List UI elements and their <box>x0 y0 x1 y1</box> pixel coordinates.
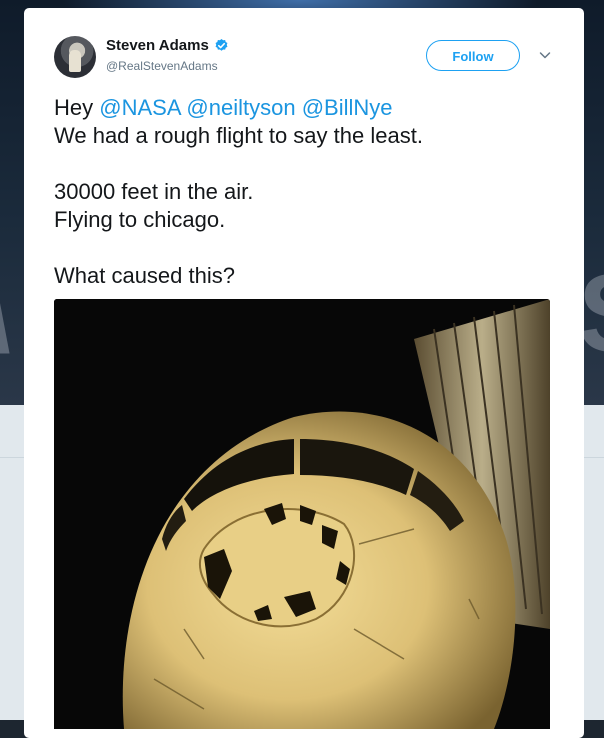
tweet-text: Hey @NASA @neiltyson @BillNye We had a r… <box>54 94 554 290</box>
tweet-photo[interactable] <box>54 299 550 729</box>
follow-button[interactable]: Follow <box>426 40 520 71</box>
tweet-greeting: Hey <box>54 95 100 120</box>
author-handle[interactable]: @RealStevenAdams <box>106 59 218 73</box>
tweet-line-4: Flying to chicago. <box>54 207 226 232</box>
tweet-line-1: Hey @NASA @neiltyson @BillNye <box>54 94 554 122</box>
mention-billnye[interactable]: @BillNye <box>302 95 393 120</box>
mention-nasa[interactable]: @NASA <box>99 95 180 120</box>
tweet-line-2: We had a rough flight to say the least. <box>54 123 423 148</box>
airplane-nose-photo-icon <box>54 299 550 729</box>
tweet-line-3: 30000 feet in the air. <box>54 179 254 204</box>
avatar[interactable] <box>54 36 96 78</box>
verified-badge-icon <box>215 38 228 51</box>
author-name[interactable]: Steven Adams <box>106 37 209 54</box>
tweet-card: Steven Adams @RealStevenAdams Follow Hey… <box>24 8 584 738</box>
mention-neiltyson[interactable]: @neiltyson <box>186 95 295 120</box>
chevron-down-icon[interactable] <box>538 48 552 62</box>
author-row: Steven Adams <box>106 37 229 54</box>
tweet-line-5: What caused this? <box>54 263 235 288</box>
tweet-header: Steven Adams @RealStevenAdams Follow <box>54 34 564 84</box>
